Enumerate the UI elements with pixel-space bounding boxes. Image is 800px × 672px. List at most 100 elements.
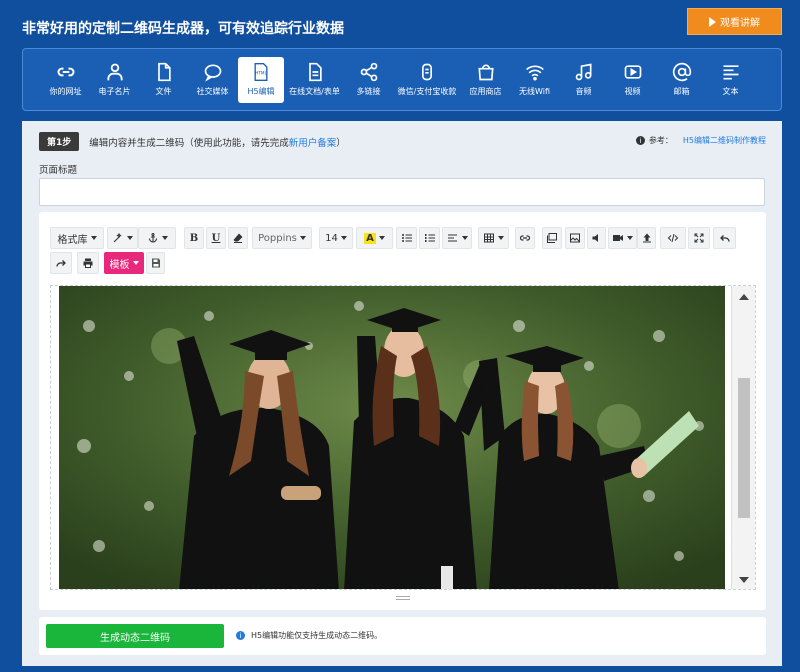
magic-wand-icon (113, 232, 122, 243)
nav-item-wifi[interactable]: 无线Wifi (510, 57, 559, 103)
nav-item-payment[interactable]: 微信/支付宝收款 (393, 57, 461, 103)
font-size-dropdown[interactable]: 14 (319, 227, 353, 249)
wifi-icon (525, 65, 544, 81)
store-icon (477, 64, 494, 81)
underline-label: U (211, 232, 221, 244)
code-icon (667, 233, 679, 243)
font-family-value: Poppins (258, 232, 297, 244)
nav-item-email[interactable]: 邮箱 (657, 57, 706, 103)
nav-item-video[interactable]: 视频 (608, 57, 657, 103)
align-dropdown[interactable] (442, 227, 472, 249)
nav-item-h5[interactable]: HTML H5编辑 (238, 56, 284, 103)
page-title-label: 页面标题 (39, 165, 78, 176)
nav-item-multilink[interactable]: 多链接 (344, 57, 393, 103)
file-icon (157, 62, 171, 82)
nav-item-vcard[interactable]: 电子名片 (90, 57, 139, 103)
format-library-dropdown[interactable]: 格式库 (50, 227, 104, 249)
anchor-dropdown[interactable] (138, 227, 176, 249)
watch-tutorial-label: 观看讲解 (720, 18, 760, 29)
template-label: 模板 (109, 259, 130, 271)
speaker-icon (592, 234, 598, 242)
link-icon (57, 67, 74, 77)
insert-link-button[interactable] (515, 227, 535, 249)
format-library-label: 格式库 (57, 234, 88, 246)
nav-label: 你的网址 (49, 87, 82, 96)
scroll-thumb[interactable] (738, 378, 750, 518)
bold-button[interactable]: B (184, 227, 204, 249)
info-icon: i (635, 136, 645, 145)
nav-item-audio[interactable]: 音频 (559, 57, 608, 103)
print-button[interactable] (77, 252, 99, 274)
nav-label: 视频 (624, 87, 641, 96)
font-family-dropdown[interactable]: Poppins (252, 227, 312, 249)
scroll-down-icon[interactable] (739, 577, 749, 583)
nav-label: 邮箱 (673, 87, 690, 96)
nav-item-url[interactable]: 你的网址 (41, 57, 90, 103)
info-icon: i (236, 631, 245, 640)
gallery-button[interactable] (542, 227, 562, 249)
underline-button[interactable]: U (206, 227, 226, 249)
insert-image-button[interactable] (565, 227, 585, 249)
chevron-down-icon (340, 236, 347, 240)
undo-button[interactable] (713, 227, 736, 249)
nav-label: 在线文档/表单 (289, 87, 340, 96)
bullet-list-icon (401, 234, 412, 242)
footer-note: i H5编辑功能仅支持生成动态二维码。 (236, 630, 382, 641)
source-code-button[interactable] (660, 227, 686, 249)
numbered-list-button[interactable] (419, 227, 440, 249)
image-icon (570, 233, 580, 243)
music-icon (575, 63, 591, 81)
step-row: 第1步 编辑内容并生成二维码（使用此功能，请先完成 新用户备案 ） (39, 132, 346, 151)
insert-audio-button[interactable] (587, 227, 606, 249)
nav-label: 文本 (722, 87, 739, 96)
magic-style-dropdown[interactable] (107, 227, 138, 249)
save-button[interactable] (146, 252, 165, 274)
at-icon (672, 62, 691, 82)
tutorial-link[interactable]: H5编辑二维码制作教程 (683, 135, 766, 146)
text-lines-icon (723, 65, 738, 80)
chevron-down-icon (498, 236, 504, 240)
table-dropdown[interactable] (478, 227, 509, 249)
rich-text-editor: 格式库 B U Poppins 14 A 模板 (39, 212, 766, 610)
footer-note-text: H5编辑功能仅支持生成动态二维码。 (251, 631, 383, 640)
scroll-up-icon[interactable] (739, 294, 749, 300)
table-icon (484, 233, 494, 243)
resize-handle[interactable] (396, 596, 410, 600)
nav-label: 多链接 (356, 87, 381, 96)
nav-item-social[interactable]: 社交媒体 (188, 57, 237, 103)
clear-format-button[interactable] (228, 227, 248, 249)
bullet-list-button[interactable] (396, 227, 417, 249)
reference: i 参考： H5编辑二维码制作教程 (635, 135, 766, 146)
chevron-down-icon (299, 236, 306, 240)
font-size-value: 14 (325, 232, 338, 244)
nav-label: 微信/支付宝收款 (397, 87, 457, 96)
link-icon (519, 235, 531, 241)
upload-button[interactable] (637, 227, 656, 249)
register-link[interactable]: 新用户备案 (289, 135, 337, 149)
ref-label: 参考： (648, 136, 673, 145)
nav-item-appstore[interactable]: 应用商店 (461, 57, 510, 103)
editor-content-area[interactable] (50, 285, 756, 590)
svg-text:HTML: HTML (255, 71, 267, 76)
watch-tutorial-button[interactable]: 观看讲解 (687, 8, 782, 35)
nav-item-doc[interactable]: 在线文档/表单 (285, 57, 344, 103)
video-icon (624, 65, 641, 79)
page-title-input[interactable] (39, 178, 765, 206)
generate-dynamic-qr-button[interactable]: 生成动态二维码 (46, 624, 224, 648)
nav-item-file[interactable]: 文件 (139, 57, 188, 103)
nav-label: 应用商店 (469, 87, 502, 96)
template-dropdown[interactable]: 模板 (104, 252, 144, 274)
content-scrollbar[interactable] (731, 286, 755, 589)
fullscreen-button[interactable] (688, 227, 710, 249)
play-icon (709, 16, 716, 27)
nav-label: 无线Wifi (519, 87, 550, 96)
action-footer: 生成动态二维码 i H5编辑功能仅支持生成动态二维码。 (39, 617, 766, 655)
page-headline: 非常好用的定制二维码生成器，可有效追踪行业数据 (22, 21, 344, 37)
chevron-down-icon (90, 236, 97, 240)
nav-label: 电子名片 (98, 87, 131, 96)
insert-video-dropdown[interactable] (608, 227, 637, 249)
redo-button[interactable] (50, 252, 72, 274)
bold-label: B (189, 232, 199, 244)
highlight-color-dropdown[interactable]: A (356, 227, 393, 249)
nav-item-text[interactable]: 文本 (706, 57, 755, 103)
